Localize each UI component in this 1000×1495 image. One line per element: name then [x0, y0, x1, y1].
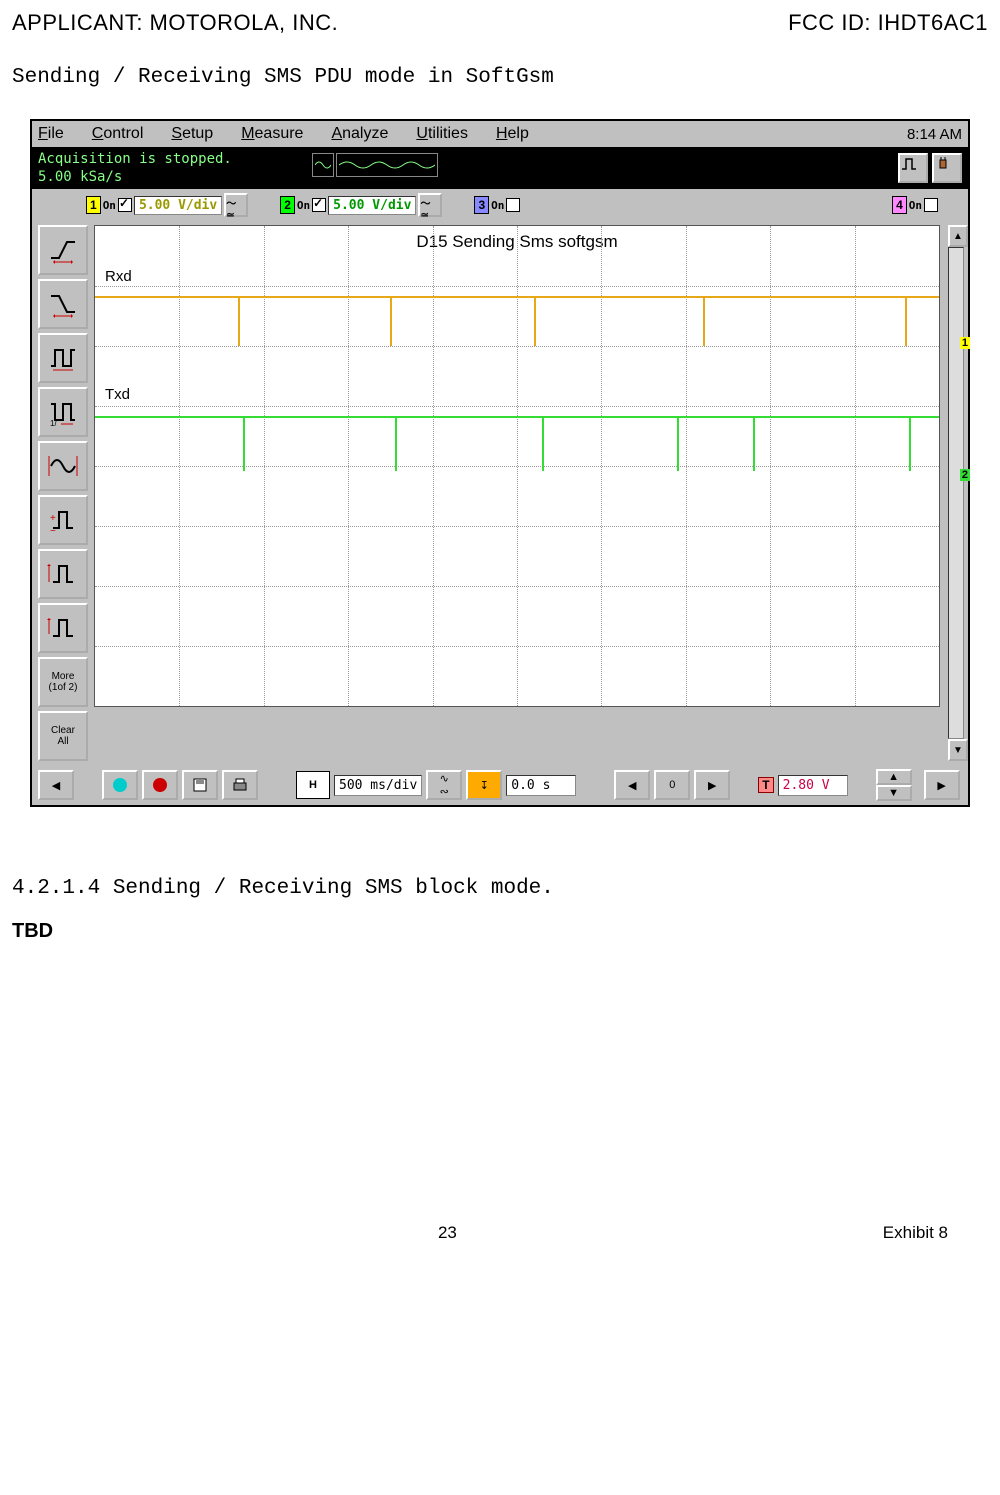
header-fccid: FCC ID: IHDT6AC1: [788, 10, 988, 36]
trigger-label: T: [758, 777, 773, 793]
menu-bar: File Control Setup Measure Analyze Utili…: [32, 121, 968, 147]
tool-min[interactable]: [38, 603, 88, 653]
menu-file[interactable]: File: [38, 125, 64, 143]
trace-rxd: [95, 296, 939, 298]
trace-label-txd: Txd: [105, 386, 130, 403]
ch2-vdiv[interactable]: 5.00 V/div: [328, 196, 416, 215]
channel-3[interactable]: 3 On: [474, 196, 520, 214]
tool-clear-all[interactable]: Clear All: [38, 711, 88, 761]
ch3-checkbox[interactable]: [506, 198, 520, 212]
tbd-text: TBD: [12, 920, 988, 943]
tool-amplitude[interactable]: +−: [38, 495, 88, 545]
hdiv-mode-btn[interactable]: ∿∾: [426, 770, 462, 800]
tool-fall-edge[interactable]: [38, 279, 88, 329]
sample-rate: 5.00 kSa/s: [38, 169, 122, 185]
txd-spike: [677, 416, 679, 471]
figure-caption: Sending / Receiving SMS PDU mode in Soft…: [12, 66, 988, 89]
ch1-vdiv[interactable]: 5.00 V/div: [134, 196, 222, 215]
tool-max[interactable]: [38, 549, 88, 599]
ch1-on-label: On: [103, 199, 116, 212]
ch4-on-label: On: [909, 199, 922, 212]
acq-status: Acquisition is stopped.: [38, 151, 232, 167]
ch3-on-label: On: [491, 199, 504, 212]
clock-time: 8:14 AM: [907, 126, 962, 143]
save-icon-button[interactable]: [182, 770, 218, 800]
header-applicant: APPLICANT: MOTOROLA, INC.: [12, 10, 338, 36]
delay-ref-icon[interactable]: ↧: [466, 770, 502, 800]
ch3-badge: 3: [474, 196, 489, 214]
run-indicator[interactable]: [102, 770, 138, 800]
rxd-spike: [238, 296, 240, 346]
menu-utilities[interactable]: Utilities: [416, 125, 468, 143]
rxd-spike: [905, 296, 907, 346]
channel-4[interactable]: 4 On: [892, 196, 938, 214]
ch1-badge: 1: [86, 196, 101, 214]
scroll-down-icon[interactable]: ▼: [948, 739, 968, 761]
rxd-spike: [703, 296, 705, 346]
horiz-label: H: [296, 771, 330, 799]
tool-peak-peak[interactable]: [38, 441, 88, 491]
menu-analyze[interactable]: Analyze: [331, 125, 388, 143]
channel-2[interactable]: 2 On 5.00 V/div 〜≃: [280, 193, 442, 217]
pos-center-btn[interactable]: 0: [654, 770, 690, 800]
hdiv-field[interactable]: 500 ms/div: [334, 775, 422, 796]
waveform-plot[interactable]: D15 Sending Sms softgsm Rxd Txd: [94, 225, 940, 707]
ch1-coupling-btn[interactable]: 〜≃: [224, 193, 248, 217]
print-icon-button[interactable]: [222, 770, 258, 800]
svg-text:+: +: [50, 513, 56, 524]
timebase-bar: ◀ H 500 ms/div ∿∾ ↧ 0.0 s ◀ 0 ▶ T 2.80 V…: [32, 765, 968, 805]
pos-right-btn[interactable]: ▶: [694, 770, 730, 800]
ch2-checkbox[interactable]: [312, 198, 326, 212]
trig-down-btn[interactable]: ▼: [876, 785, 912, 801]
measurement-toolbar: 1/ +− More (1of 2) Clear All: [32, 221, 90, 765]
stop-indicator[interactable]: [142, 770, 178, 800]
pos-left-btn[interactable]: ◀: [614, 770, 650, 800]
delay-field[interactable]: 0.0 s: [506, 775, 576, 796]
marker-ch2[interactable]: 2: [960, 469, 970, 481]
ch1-checkbox[interactable]: [118, 198, 132, 212]
tool-more[interactable]: More (1of 2): [38, 657, 88, 707]
channel-controls: 1 On 5.00 V/div 〜≃ 2 On 5.00 V/div 〜≃ 3 …: [32, 189, 968, 221]
ch4-badge: 4: [892, 196, 907, 214]
trace-txd: [95, 416, 939, 418]
txd-spike: [542, 416, 544, 471]
marker-ch1[interactable]: 1: [960, 337, 970, 349]
svg-text:−: −: [50, 526, 56, 536]
txd-spike: [395, 416, 397, 471]
svg-text:1/: 1/: [50, 419, 57, 428]
trig-up-btn[interactable]: ▲: [876, 769, 912, 785]
ch2-on-label: On: [297, 199, 310, 212]
scroll-right-icon[interactable]: ▶: [924, 770, 960, 800]
channel-1[interactable]: 1 On 5.00 V/div 〜≃: [86, 193, 248, 217]
oscilloscope-window: File Control Setup Measure Analyze Utili…: [30, 119, 970, 807]
scroll-up-icon[interactable]: ▲: [948, 225, 968, 247]
txd-spike: [753, 416, 755, 471]
tool-rise-edge[interactable]: [38, 225, 88, 275]
ch2-coupling-btn[interactable]: 〜≃: [418, 193, 442, 217]
page-number: 23: [438, 1223, 457, 1243]
section-heading: 4.2.1.4 Sending / Receiving SMS block mo…: [12, 877, 988, 900]
trace-label-rxd: Rxd: [105, 268, 132, 285]
pulse-icon-button[interactable]: [898, 153, 928, 183]
plug-icon-button[interactable]: [932, 153, 962, 183]
waveform-preview: [312, 153, 438, 177]
scrollbar-vertical[interactable]: [948, 247, 964, 739]
status-bar: Acquisition is stopped. 5.00 kSa/s: [32, 147, 968, 189]
menu-measure[interactable]: Measure: [241, 125, 303, 143]
menu-help[interactable]: Help: [496, 125, 529, 143]
ch2-badge: 2: [280, 196, 295, 214]
tool-pulse-width-neg[interactable]: 1/: [38, 387, 88, 437]
trigger-level-field[interactable]: 2.80 V: [778, 775, 848, 796]
scroll-left-icon[interactable]: ◀: [38, 770, 74, 800]
txd-spike: [909, 416, 911, 471]
txd-spike: [243, 416, 245, 471]
exhibit-label: Exhibit 8: [883, 1223, 948, 1243]
menu-control[interactable]: Control: [92, 125, 144, 143]
tool-pulse-width-pos[interactable]: [38, 333, 88, 383]
menu-setup[interactable]: Setup: [171, 125, 213, 143]
rxd-spike: [534, 296, 536, 346]
ch4-checkbox[interactable]: [924, 198, 938, 212]
rxd-spike: [390, 296, 392, 346]
